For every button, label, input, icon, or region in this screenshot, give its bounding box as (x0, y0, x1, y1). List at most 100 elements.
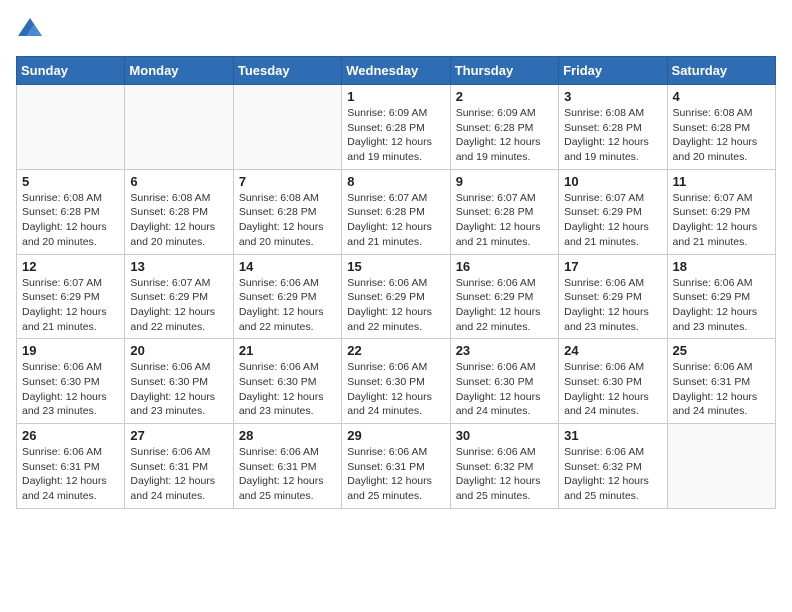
day-info: Sunrise: 6:06 AM Sunset: 6:29 PM Dayligh… (673, 276, 770, 335)
calendar-cell: 31 Sunrise: 6:06 AM Sunset: 6:32 PM Dayli… (559, 424, 667, 509)
calendar-week-row-2: 5 Sunrise: 6:08 AM Sunset: 6:28 PM Daylig… (17, 169, 776, 254)
day-number: 12 (22, 259, 119, 274)
day-number: 14 (239, 259, 336, 274)
calendar-cell: 12 Sunrise: 6:07 AM Sunset: 6:29 PM Dayli… (17, 254, 125, 339)
weekday-header-thursday: Thursday (450, 57, 558, 85)
day-info: Sunrise: 6:06 AM Sunset: 6:29 PM Dayligh… (456, 276, 553, 335)
day-number: 9 (456, 174, 553, 189)
day-number: 17 (564, 259, 661, 274)
day-info: Sunrise: 6:07 AM Sunset: 6:29 PM Dayligh… (22, 276, 119, 335)
page-header (16, 16, 776, 44)
calendar-cell: 8 Sunrise: 6:07 AM Sunset: 6:28 PM Daylig… (342, 169, 450, 254)
calendar-week-row-1: 1 Sunrise: 6:09 AM Sunset: 6:28 PM Daylig… (17, 85, 776, 170)
day-number: 18 (673, 259, 770, 274)
day-info: Sunrise: 6:07 AM Sunset: 6:29 PM Dayligh… (130, 276, 227, 335)
calendar-cell: 21 Sunrise: 6:06 AM Sunset: 6:30 PM Dayli… (233, 339, 341, 424)
calendar-cell: 27Sunrise: 6:06 AM Sunset: 6:31 PM Dayli… (125, 424, 233, 509)
calendar-cell: 14 Sunrise: 6:06 AM Sunset: 6:29 PM Dayli… (233, 254, 341, 339)
logo-icon (16, 16, 44, 44)
calendar-cell: 13 Sunrise: 6:07 AM Sunset: 6:29 PM Dayli… (125, 254, 233, 339)
day-number: 19 (22, 343, 119, 358)
day-info: Sunrise: 6:06 AM Sunset: 6:31 PM Dayligh… (22, 445, 119, 504)
day-number: 10 (564, 174, 661, 189)
calendar-cell: 28 Sunrise: 6:06 AM Sunset: 6:31 PM Dayli… (233, 424, 341, 509)
weekday-header-tuesday: Tuesday (233, 57, 341, 85)
day-number: 8 (347, 174, 444, 189)
day-info: Sunrise: 6:09 AM Sunset: 6:28 PM Dayligh… (347, 106, 444, 165)
day-info: Sunrise: 6:09 AM Sunset: 6:28 PM Dayligh… (456, 106, 553, 165)
day-number: 31 (564, 428, 661, 443)
day-number: 21 (239, 343, 336, 358)
day-info: Sunrise: 6:06 AM Sunset: 6:31 PM Dayligh… (239, 445, 336, 504)
weekday-header-row: SundayMondayTuesdayWednesdayThursdayFrid… (17, 57, 776, 85)
logo (16, 16, 48, 44)
calendar-cell (667, 424, 775, 509)
calendar-cell: 22 Sunrise: 6:06 AM Sunset: 6:30 PM Dayli… (342, 339, 450, 424)
calendar-cell: 10 Sunrise: 6:07 AM Sunset: 6:29 PM Dayli… (559, 169, 667, 254)
calendar-cell: 16 Sunrise: 6:06 AM Sunset: 6:29 PM Dayli… (450, 254, 558, 339)
calendar-cell: 26 Sunrise: 6:06 AM Sunset: 6:31 PM Dayli… (17, 424, 125, 509)
day-number: 22 (347, 343, 444, 358)
calendar-cell: 19 Sunrise: 6:06 AM Sunset: 6:30 PM Dayli… (17, 339, 125, 424)
calendar-week-row-5: 26 Sunrise: 6:06 AM Sunset: 6:31 PM Dayli… (17, 424, 776, 509)
day-number: 26 (22, 428, 119, 443)
calendar-week-row-3: 12 Sunrise: 6:07 AM Sunset: 6:29 PM Dayli… (17, 254, 776, 339)
calendar-cell: 1 Sunrise: 6:09 AM Sunset: 6:28 PM Daylig… (342, 85, 450, 170)
calendar-cell: 6 Sunrise: 6:08 AM Sunset: 6:28 PM Daylig… (125, 169, 233, 254)
day-info: Sunrise: 6:07 AM Sunset: 6:29 PM Dayligh… (673, 191, 770, 250)
day-info: Sunrise: 6:06 AM Sunset: 6:31 PM Dayligh… (673, 360, 770, 419)
day-number: 2 (456, 89, 553, 104)
day-info: Sunrise: 6:06 AM Sunset: 6:30 PM Dayligh… (130, 360, 227, 419)
weekday-header-saturday: Saturday (667, 57, 775, 85)
day-number: 7 (239, 174, 336, 189)
day-info: Sunrise: 6:06 AM Sunset: 6:29 PM Dayligh… (347, 276, 444, 335)
day-number: 5 (22, 174, 119, 189)
calendar-week-row-4: 19 Sunrise: 6:06 AM Sunset: 6:30 PM Dayli… (17, 339, 776, 424)
calendar-cell: 15Sunrise: 6:06 AM Sunset: 6:29 PM Dayli… (342, 254, 450, 339)
day-info: Sunrise: 6:07 AM Sunset: 6:28 PM Dayligh… (347, 191, 444, 250)
weekday-header-friday: Friday (559, 57, 667, 85)
day-info: Sunrise: 6:06 AM Sunset: 6:29 PM Dayligh… (239, 276, 336, 335)
day-info: Sunrise: 6:06 AM Sunset: 6:30 PM Dayligh… (239, 360, 336, 419)
day-info: Sunrise: 6:06 AM Sunset: 6:30 PM Dayligh… (22, 360, 119, 419)
day-number: 25 (673, 343, 770, 358)
day-number: 13 (130, 259, 227, 274)
weekday-header-sunday: Sunday (17, 57, 125, 85)
calendar-cell: 30 Sunrise: 6:06 AM Sunset: 6:32 PM Dayli… (450, 424, 558, 509)
day-info: Sunrise: 6:06 AM Sunset: 6:32 PM Dayligh… (564, 445, 661, 504)
weekday-header-wednesday: Wednesday (342, 57, 450, 85)
calendar-cell: 3 Sunrise: 6:08 AM Sunset: 6:28 PM Daylig… (559, 85, 667, 170)
day-number: 23 (456, 343, 553, 358)
day-info: Sunrise: 6:08 AM Sunset: 6:28 PM Dayligh… (673, 106, 770, 165)
day-number: 4 (673, 89, 770, 104)
day-info: Sunrise: 6:06 AM Sunset: 6:29 PM Dayligh… (564, 276, 661, 335)
day-number: 6 (130, 174, 227, 189)
calendar-cell: 2 Sunrise: 6:09 AM Sunset: 6:28 PM Daylig… (450, 85, 558, 170)
calendar-cell (125, 85, 233, 170)
day-info: Sunrise: 6:06 AM Sunset: 6:30 PM Dayligh… (456, 360, 553, 419)
calendar-cell (17, 85, 125, 170)
day-number: 29 (347, 428, 444, 443)
day-number: 28 (239, 428, 336, 443)
calendar-table: SundayMondayTuesdayWednesdayThursdayFrid… (16, 56, 776, 509)
day-info: Sunrise: 6:06 AM Sunset: 6:32 PM Dayligh… (456, 445, 553, 504)
day-info: Sunrise: 6:06 AM Sunset: 6:30 PM Dayligh… (347, 360, 444, 419)
calendar-cell: 24Sunrise: 6:06 AM Sunset: 6:30 PM Dayli… (559, 339, 667, 424)
calendar-cell: 7Sunrise: 6:08 AM Sunset: 6:28 PM Daylig… (233, 169, 341, 254)
day-number: 16 (456, 259, 553, 274)
day-info: Sunrise: 6:08 AM Sunset: 6:28 PM Dayligh… (22, 191, 119, 250)
calendar-cell (233, 85, 341, 170)
calendar-cell: 11Sunrise: 6:07 AM Sunset: 6:29 PM Dayli… (667, 169, 775, 254)
calendar-cell: 29Sunrise: 6:06 AM Sunset: 6:31 PM Dayli… (342, 424, 450, 509)
day-info: Sunrise: 6:08 AM Sunset: 6:28 PM Dayligh… (564, 106, 661, 165)
day-number: 30 (456, 428, 553, 443)
day-number: 24 (564, 343, 661, 358)
day-number: 1 (347, 89, 444, 104)
calendar-cell: 4 Sunrise: 6:08 AM Sunset: 6:28 PM Daylig… (667, 85, 775, 170)
day-info: Sunrise: 6:07 AM Sunset: 6:29 PM Dayligh… (564, 191, 661, 250)
day-number: 3 (564, 89, 661, 104)
calendar-cell: 20 Sunrise: 6:06 AM Sunset: 6:30 PM Dayli… (125, 339, 233, 424)
day-info: Sunrise: 6:08 AM Sunset: 6:28 PM Dayligh… (130, 191, 227, 250)
day-number: 20 (130, 343, 227, 358)
calendar-cell: 18 Sunrise: 6:06 AM Sunset: 6:29 PM Dayli… (667, 254, 775, 339)
